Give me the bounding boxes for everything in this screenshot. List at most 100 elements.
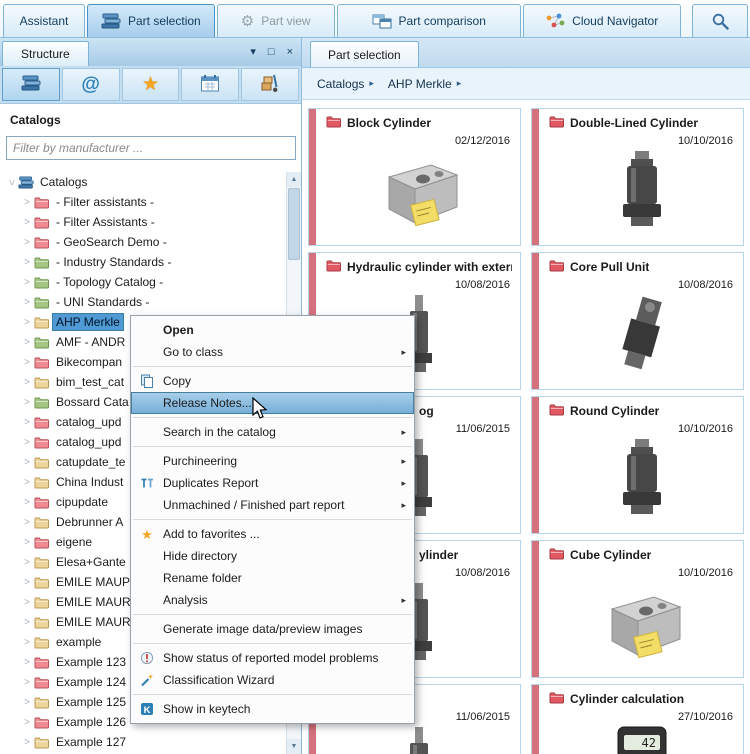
- expand-chevron-icon[interactable]: >: [20, 477, 34, 488]
- expand-chevron-icon[interactable]: >: [20, 497, 34, 508]
- menu-item-label: Unmachined / Finished part report: [163, 498, 345, 512]
- tab-label: Cloud Navigator: [572, 14, 659, 28]
- menu-item-hide-directory[interactable]: Hide directory: [131, 545, 414, 567]
- expand-chevron-icon[interactable]: >: [20, 557, 34, 568]
- structure-panel-titlebar: Structure ▾ □ ×: [0, 38, 301, 66]
- tree-item-filter-assistants[interactable]: > - Filter assistants -: [0, 192, 287, 212]
- books-icon: [21, 75, 41, 94]
- submenu-arrow-icon: ▸: [401, 426, 406, 437]
- folder-icon: [34, 576, 53, 589]
- expand-chevron-icon[interactable]: >: [20, 197, 34, 208]
- search-button[interactable]: [692, 4, 748, 37]
- expand-chevron-icon[interactable]: >: [20, 397, 34, 408]
- tab-part-view[interactable]: ⚙ Part view: [216, 4, 335, 37]
- expand-chevron-icon[interactable]: >: [20, 737, 34, 748]
- calendar-icon: [200, 74, 220, 96]
- tree-item-catalogs[interactable]: > Catalogs: [0, 172, 287, 192]
- tree-item-example-127[interactable]: > Example 127: [0, 732, 287, 752]
- menu-item-label: Open: [163, 323, 194, 337]
- tree-item-filter-assistants[interactable]: > - Filter Assistants -: [0, 212, 287, 232]
- main-tabs: Assistant Part selection ⚙ Part view Part co…: [2, 0, 682, 37]
- tree-item-topology-catalog[interactable]: > - Topology Catalog -: [0, 272, 287, 292]
- folder-icon: [34, 296, 53, 309]
- card-title: og: [419, 404, 434, 418]
- toolbar-classification-button[interactable]: @: [61, 68, 120, 101]
- tab-part-selection-panel[interactable]: Part selection: [310, 41, 419, 67]
- expand-chevron-icon[interactable]: >: [20, 237, 34, 248]
- menu-item-label: Generate image data/preview images: [163, 622, 363, 636]
- panel-menu-button[interactable]: ▾: [250, 46, 256, 58]
- tree-item-label: Elesa+Gante: [56, 555, 126, 569]
- card-cube-cylinder[interactable]: Cube Cylinder 10/10/2016: [531, 540, 744, 678]
- toolbar-catalogs-button[interactable]: [2, 68, 60, 101]
- expand-chevron-icon[interactable]: >: [20, 297, 34, 308]
- menu-item-go-to-class[interactable]: Go to class ▸: [131, 341, 414, 363]
- tab-part-selection[interactable]: Part selection: [87, 4, 215, 37]
- menu-item-show-status-of-reported-model-problems[interactable]: Show status of reported model problems: [131, 647, 414, 669]
- menu-item-analysis[interactable]: Analysis ▸: [131, 589, 414, 611]
- menu-item-show-in-keytech[interactable]: K Show in keytech: [131, 698, 414, 720]
- expand-chevron-icon[interactable]: >: [20, 517, 34, 528]
- catalogs-heading: Catalogs: [10, 113, 61, 127]
- expand-chevron-icon[interactable]: >: [20, 697, 34, 708]
- expand-chevron-icon[interactable]: >: [20, 457, 34, 468]
- folder-icon: [34, 636, 53, 649]
- menu-item-unmachined-finished-part-report[interactable]: Unmachined / Finished part report ▸: [131, 494, 414, 516]
- menu-item-open[interactable]: Open: [131, 319, 414, 341]
- tab-part-comparison[interactable]: Part comparison: [336, 4, 521, 37]
- menu-item-release-notes[interactable]: Release Notes...: [131, 392, 414, 414]
- scroll-down-icon[interactable]: ▼: [287, 739, 301, 754]
- expand-chevron-icon[interactable]: >: [20, 617, 34, 628]
- expand-chevron-icon[interactable]: >: [6, 175, 17, 189]
- expand-chevron-icon[interactable]: >: [20, 377, 34, 388]
- menu-item-purchineering[interactable]: Purchineering ▸: [131, 450, 414, 472]
- scrollbar-thumb[interactable]: [288, 188, 300, 260]
- menu-item-copy[interactable]: Copy: [131, 370, 414, 392]
- expand-chevron-icon[interactable]: >: [20, 577, 34, 588]
- tree-item-industry-standards[interactable]: > - Industry Standards -: [0, 252, 287, 272]
- folder-icon: [34, 436, 53, 449]
- expand-chevron-icon[interactable]: >: [20, 337, 34, 348]
- menu-item-search-in-the-catalog[interactable]: Search in the catalog ▸: [131, 421, 414, 443]
- breadcrumb-catalogs[interactable]: Catalogs ▸: [312, 74, 379, 94]
- expand-chevron-icon[interactable]: >: [20, 417, 34, 428]
- menu-item-rename-folder[interactable]: Rename folder: [131, 567, 414, 589]
- card-cylinder-calculation[interactable]: Cylinder calculation 27/10/2016 42: [531, 684, 744, 754]
- expand-chevron-icon[interactable]: >: [20, 717, 34, 728]
- tab-assistant[interactable]: Assistant: [3, 4, 85, 37]
- expand-chevron-icon[interactable]: >: [20, 217, 34, 228]
- scroll-up-icon[interactable]: ▲: [287, 172, 301, 187]
- menu-item-label: Duplicates Report: [163, 476, 259, 490]
- toolbar-history-button[interactable]: [181, 68, 240, 101]
- folder-icon: [34, 596, 53, 609]
- menu-item-duplicates-report[interactable]: Duplicates Report ▸: [131, 472, 414, 494]
- expand-chevron-icon[interactable]: >: [20, 537, 34, 548]
- card-double-lined-cylinder[interactable]: Double-Lined Cylinder 10/10/2016: [531, 108, 744, 246]
- card-round-cylinder[interactable]: Round Cylinder 10/10/2016: [531, 396, 744, 534]
- expand-chevron-icon[interactable]: >: [20, 257, 34, 268]
- tab-cloud-navigator[interactable]: Cloud Navigator: [522, 4, 681, 37]
- tab-structure[interactable]: Structure: [2, 41, 89, 66]
- menu-item-add-to-favorites[interactable]: ★ Add to favorites ...: [131, 523, 414, 545]
- breadcrumb: Catalogs ▸ AHP Merkle ▸: [302, 68, 750, 100]
- expand-chevron-icon[interactable]: >: [20, 597, 34, 608]
- manufacturer-filter-input[interactable]: [6, 136, 296, 160]
- expand-chevron-icon[interactable]: >: [20, 277, 34, 288]
- menu-item-generate-image-data-preview-images[interactable]: Generate image data/preview images: [131, 618, 414, 640]
- expand-chevron-icon[interactable]: >: [20, 437, 34, 448]
- close-button[interactable]: ×: [287, 46, 293, 58]
- expand-chevron-icon[interactable]: >: [20, 357, 34, 368]
- expand-chevron-icon[interactable]: >: [20, 317, 34, 328]
- maximize-button[interactable]: □: [268, 46, 275, 58]
- breadcrumb-ahp-merkle[interactable]: AHP Merkle ▸: [383, 74, 466, 94]
- card-block-cylinder[interactable]: Block Cylinder 02/12/2016: [308, 108, 521, 246]
- toolbar-favorites-button[interactable]: ★: [121, 68, 180, 101]
- tree-item-geosearch-demo[interactable]: > - GeoSearch Demo -: [0, 232, 287, 252]
- expand-chevron-icon[interactable]: >: [20, 677, 34, 688]
- expand-chevron-icon[interactable]: >: [20, 637, 34, 648]
- toolbar-purchineering-button[interactable]: [241, 68, 299, 101]
- card-core-pull-unit[interactable]: Core Pull Unit 10/08/2016: [531, 252, 744, 390]
- tree-item-uni-standards[interactable]: > - UNI Standards -: [0, 292, 287, 312]
- expand-chevron-icon[interactable]: >: [20, 657, 34, 668]
- menu-item-classification-wizard[interactable]: Classification Wizard: [131, 669, 414, 691]
